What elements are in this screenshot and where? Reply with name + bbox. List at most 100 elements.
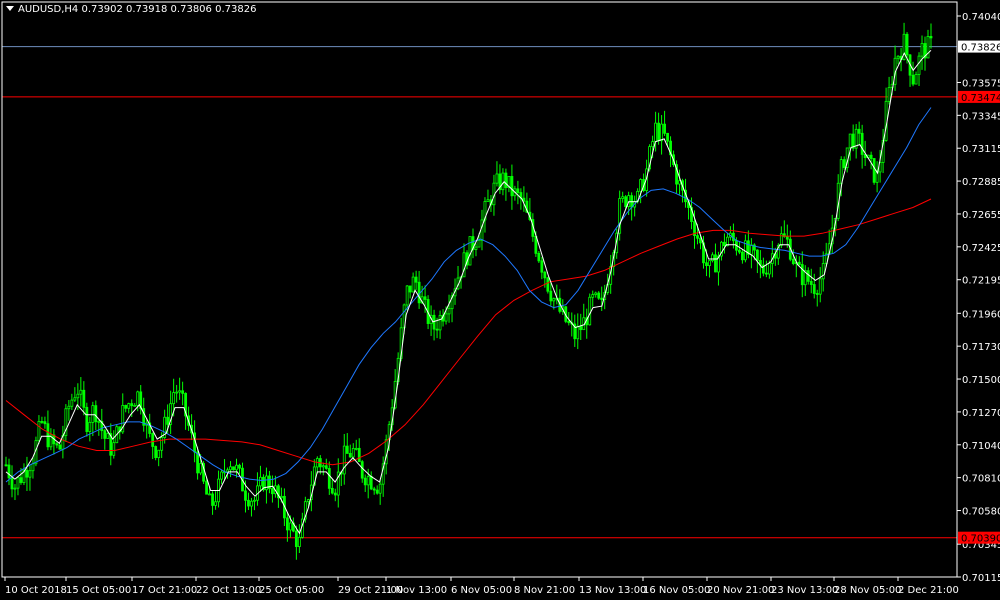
candle-bear — [869, 154, 873, 159]
candle-bull — [591, 294, 595, 298]
candle-bear — [741, 251, 744, 261]
candle-bull — [366, 475, 370, 486]
candle-bear — [58, 444, 62, 450]
y-tick-label: 0.72195 — [962, 276, 1000, 287]
candle-bear — [46, 423, 50, 448]
candle-bear — [905, 33, 909, 56]
y-tick-label: 0.74040 — [962, 12, 1000, 23]
x-tick-label: 20 Nov 21:00 — [707, 585, 774, 596]
chart-header: AUDUSD,H4 0.73902 0.73918 0.73806 0.7382… — [6, 4, 256, 15]
candle-bear — [755, 249, 759, 261]
price-chart[interactable]: 0.74040 0.73575 0.73345 0.73115 0.72885 0.726… — [0, 0, 1000, 600]
candle-bull — [501, 172, 505, 191]
candle-bull — [112, 442, 116, 456]
candle-bull — [639, 179, 643, 192]
candle-bull — [474, 246, 478, 250]
candle-bull — [438, 315, 442, 331]
candle-bear — [327, 468, 331, 489]
candle-bear — [345, 445, 349, 454]
x-tick-label: 8 Nov 21:00 — [514, 585, 575, 596]
candle-bear — [244, 490, 247, 501]
candle-bull — [848, 133, 852, 149]
candle-bear — [372, 488, 376, 491]
price-tag-label: 0.73474 — [961, 93, 1000, 104]
candle-bear — [43, 421, 47, 425]
x-tick-label: 6 Nov 05:00 — [451, 585, 512, 596]
candle-bear — [271, 488, 274, 495]
candle-bull — [157, 449, 161, 458]
candle-bear — [4, 464, 8, 467]
candle-bull — [495, 173, 499, 184]
candle-bear — [205, 480, 208, 495]
candle-bear — [408, 285, 412, 293]
y-tick-label: 0.71040 — [962, 441, 1000, 452]
candle-bull — [175, 391, 179, 394]
y-tick-label: 0.73115 — [962, 144, 1000, 155]
candle-bull — [914, 74, 918, 85]
candle-bear — [860, 132, 864, 155]
candle-bull — [91, 405, 95, 423]
y-tick-label: 0.71270 — [962, 408, 1000, 419]
candle-bull — [926, 36, 930, 59]
candle-bull — [288, 522, 292, 531]
candle-bear — [333, 492, 337, 496]
candle-bull — [88, 421, 92, 432]
current-price-tag-label: 0.73826 — [961, 43, 1000, 54]
ohlc-quotes: 0.73902 0.73918 0.73806 0.73826 — [81, 4, 257, 15]
candle-bull — [280, 495, 283, 499]
candle-bull — [917, 55, 921, 75]
y-tick-label: 0.70810 — [962, 474, 1000, 485]
candle-bear — [797, 261, 801, 265]
candle-bear — [809, 280, 813, 285]
candle-bull — [342, 445, 346, 475]
candle-bear — [285, 517, 289, 531]
candle-bear — [414, 276, 418, 283]
candle-bull — [229, 466, 232, 471]
candle-bear — [764, 272, 768, 275]
candle-bear — [181, 390, 185, 394]
candle-bear — [7, 464, 11, 479]
candle-bear — [857, 128, 861, 134]
candle-bear — [929, 36, 933, 39]
candle-bear — [348, 453, 352, 458]
candle-bull — [588, 296, 592, 326]
chart-background — [0, 0, 1000, 600]
candle-bull — [76, 393, 80, 399]
candle-bear — [154, 446, 158, 458]
candle-bear — [330, 487, 334, 494]
candle-bear — [714, 254, 717, 273]
x-tick-label: 16 Nov 05:00 — [643, 585, 710, 596]
candle-bear — [597, 292, 601, 299]
y-tick-label: 0.72885 — [962, 177, 1000, 188]
candle-bear — [10, 477, 14, 490]
candle-bear — [842, 159, 846, 169]
y-tick-label: 0.71730 — [962, 342, 1000, 353]
candle-bear — [504, 172, 508, 189]
candle-bear — [911, 74, 915, 85]
candle-bull — [297, 536, 301, 547]
x-tick-label: 13 Nov 13:00 — [579, 585, 646, 596]
candle-bull — [627, 195, 631, 207]
candle-bear — [103, 430, 107, 439]
dropdown-triangle-icon[interactable] — [6, 6, 14, 11]
x-tick-label: 10 Oct 2018 — [5, 585, 67, 596]
x-tick-label: 17 Oct 21:00 — [132, 585, 197, 596]
candle-bull — [199, 463, 202, 474]
candle-bull — [477, 239, 481, 248]
candle-bear — [705, 262, 708, 266]
candle-bear — [663, 123, 666, 134]
candle-bull — [651, 141, 655, 148]
candle-bull — [839, 159, 843, 184]
candle-bear — [360, 461, 364, 479]
candle-bull — [28, 470, 32, 478]
y-tick-label: 0.71960 — [962, 309, 1000, 320]
candle-bull — [172, 392, 176, 405]
candle-bear — [294, 530, 298, 547]
candle-bull — [486, 199, 490, 202]
candle-bull — [106, 433, 110, 439]
candle-bull — [678, 180, 681, 185]
candle-bull — [887, 87, 891, 102]
y-tick-label: 0.73345 — [962, 111, 1000, 122]
candle-bull — [208, 493, 211, 496]
candle-bear — [247, 499, 250, 507]
